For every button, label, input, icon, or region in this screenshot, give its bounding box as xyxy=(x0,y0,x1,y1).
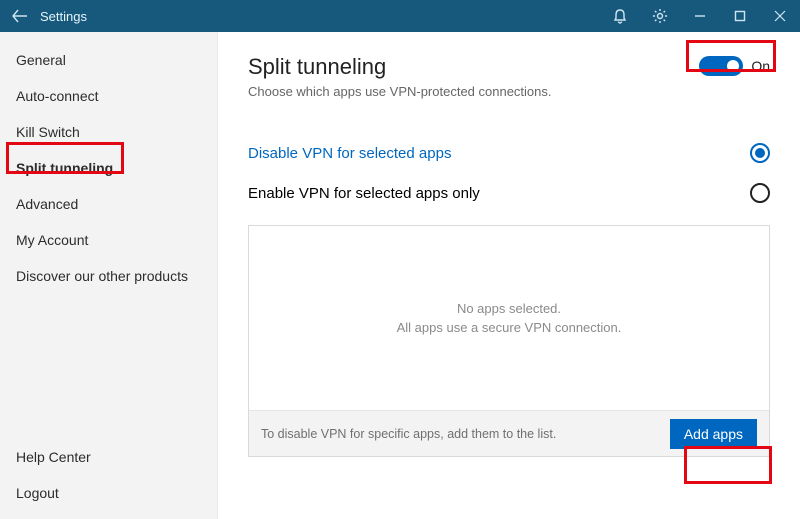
option-enable-vpn-selected-apps-only[interactable]: Enable VPN for selected apps only xyxy=(248,173,770,213)
sidebar-item-logout[interactable]: Logout xyxy=(0,475,217,511)
titlebar: Settings xyxy=(0,0,800,32)
empty-line-2: All apps use a secure VPN connection. xyxy=(397,318,622,338)
window-title: Settings xyxy=(40,9,87,24)
back-button[interactable] xyxy=(0,0,40,32)
minimize-button[interactable] xyxy=(680,0,720,32)
add-apps-button[interactable]: Add apps xyxy=(670,419,757,449)
sidebar-item-kill-switch[interactable]: Kill Switch xyxy=(0,114,217,150)
page-subtitle: Choose which apps use VPN-protected conn… xyxy=(248,84,699,99)
sidebar-item-help-center[interactable]: Help Center xyxy=(0,439,217,475)
option-label: Enable VPN for selected apps only xyxy=(248,185,750,202)
split-tunneling-toggle[interactable] xyxy=(699,56,743,76)
page-title: Split tunneling xyxy=(248,54,699,80)
sidebar-item-split-tunneling[interactable]: Split tunneling xyxy=(0,150,217,186)
option-disable-vpn-selected-apps[interactable]: Disable VPN for selected apps xyxy=(248,133,770,173)
sidebar: General Auto-connect Kill Switch Split t… xyxy=(0,32,218,519)
close-button[interactable] xyxy=(760,0,800,32)
empty-line-1: No apps selected. xyxy=(457,299,561,319)
option-label: Disable VPN for selected apps xyxy=(248,145,750,162)
sidebar-item-advanced[interactable]: Advanced xyxy=(0,186,217,222)
notifications-icon[interactable] xyxy=(600,0,640,32)
main-content: Split tunneling Choose which apps use VP… xyxy=(218,32,800,519)
sidebar-item-my-account[interactable]: My Account xyxy=(0,222,217,258)
app-list-box: No apps selected. All apps use a secure … xyxy=(248,225,770,457)
sidebar-item-general[interactable]: General xyxy=(0,42,217,78)
sidebar-item-discover-products[interactable]: Discover our other products xyxy=(0,258,217,294)
radio-icon xyxy=(750,143,770,163)
empty-state: No apps selected. All apps use a secure … xyxy=(249,226,769,410)
maximize-button[interactable] xyxy=(720,0,760,32)
footer-hint: To disable VPN for specific apps, add th… xyxy=(261,427,670,441)
toggle-state-label: On xyxy=(751,58,770,74)
sidebar-item-auto-connect[interactable]: Auto-connect xyxy=(0,78,217,114)
radio-icon xyxy=(750,183,770,203)
settings-gear-icon[interactable] xyxy=(640,0,680,32)
